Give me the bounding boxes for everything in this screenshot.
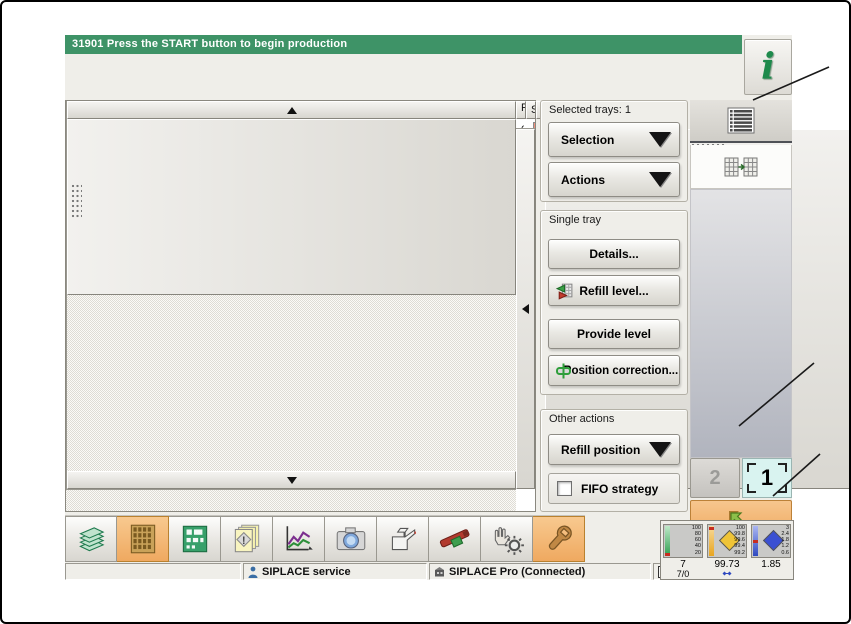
refill-level-button[interactable]: Refill level...: [548, 275, 680, 306]
table-header-row: Position State Filling level Component C…: [516, 101, 566, 119]
camera-button[interactable]: [325, 516, 377, 562]
tab-list-view[interactable]: [690, 100, 792, 143]
column-header-position[interactable]: Position: [516, 101, 526, 119]
maintenance-oilcan-icon: [385, 523, 421, 555]
vertical-scroll-thumb[interactable]: [67, 119, 516, 295]
vertical-scrollbar[interactable]: [66, 101, 516, 489]
gauge-bar: [665, 526, 670, 556]
gauge-face: 100 99.8 99.6 99.4 99.2: [707, 524, 747, 558]
fifo-strategy-checkbox[interactable]: [557, 481, 572, 496]
gauge-tick-labels: 100 99.8 99.6 99.4 99.2: [734, 525, 745, 556]
tray-view-icon: [722, 155, 760, 179]
gauge-green: 100 80 60 40 20 7 7/0: [663, 524, 703, 579]
gauge-face: 100 80 60 40 20: [663, 524, 703, 558]
scrollbar-corner: [66, 489, 516, 511]
setup-wrench-icon: [541, 523, 577, 555]
manual-gear-button[interactable]: [481, 516, 533, 562]
gauge-sub-value: 7/0: [676, 569, 690, 579]
fifo-strategy-row[interactable]: FIFO strategy: [548, 473, 680, 504]
dropdown-triangle-icon: [649, 172, 671, 187]
tab-tray-view[interactable]: [690, 145, 792, 189]
selection-dropdown-button[interactable]: Selection: [548, 122, 680, 157]
column-header-state[interactable]: State: [526, 101, 536, 119]
gauge-bar: [709, 526, 714, 556]
tray-table: Position State Filling level Component C…: [65, 100, 849, 512]
gauge-tick-labels: 100 80 60 40 20: [691, 525, 701, 556]
gauge-link-icon: [720, 570, 734, 577]
triangle-down-icon: [286, 476, 297, 484]
gauge-yellow: 100 99.8 99.6 99.4 99.2 99.73: [707, 524, 747, 579]
tray-grid-button[interactable]: [117, 516, 169, 562]
gauge-blue: 3 2.4 1.8 1.2 0.6 1.85: [751, 524, 791, 579]
gauge-limit-mark: [709, 527, 714, 530]
gauge-value: 1.85: [761, 559, 781, 570]
maintenance-oilcan-button[interactable]: [377, 516, 429, 562]
details-button[interactable]: Details...: [548, 239, 680, 269]
refill-level-icon: [555, 281, 574, 300]
svg-text:!: !: [242, 535, 246, 547]
gantry-1-button[interactable]: 1: [742, 458, 792, 498]
setup-wrench-button[interactable]: [533, 516, 585, 562]
gauge-face: 3 2.4 1.8 1.2 0.6: [751, 524, 791, 558]
camera-icon: [333, 523, 369, 555]
info-button[interactable]: i: [744, 39, 792, 95]
single-tray-label: Single tray: [549, 214, 601, 226]
vertical-scroll-track[interactable]: [67, 295, 516, 471]
gauge-value: 99.73: [714, 559, 740, 570]
manual-gear-icon: [489, 523, 525, 555]
status-segment-empty: [65, 563, 241, 580]
station-layout-icon: [177, 523, 213, 555]
position-correction-icon: [555, 362, 573, 380]
message-bar: 31901 Press the START button to begin pr…: [65, 35, 742, 54]
tray-grid-icon: [125, 523, 161, 555]
main-toolbar: !: [65, 515, 585, 562]
selected-trays-label: Selected trays: 1: [549, 104, 631, 116]
actions-dropdown-button[interactable]: Actions: [548, 162, 680, 197]
gauge-tick-labels: 3 2.4 1.8 1.2 0.6: [781, 525, 789, 556]
feeder-tool-button[interactable]: [429, 516, 481, 562]
single-tray-group: Single tray Details... Refill level... P…: [540, 210, 688, 395]
feeder-tool-icon: [437, 523, 473, 555]
refill-position-dropdown-button[interactable]: Refill position: [548, 434, 680, 465]
user-icon: [248, 566, 258, 578]
list-view-icon: [724, 106, 758, 135]
manual-screenshot-frame: 31901 Press the START button to begin pr…: [0, 0, 851, 624]
triangle-left-icon: [522, 304, 529, 314]
gantry-2-button[interactable]: 2: [690, 458, 740, 498]
scroll-down-button[interactable]: [67, 471, 516, 489]
scroll-left-button[interactable]: [516, 129, 535, 489]
dropdown-triangle-icon: [649, 132, 671, 147]
gauge-limit-mark: [665, 553, 670, 556]
horizontal-scrollbar[interactable]: [516, 128, 849, 489]
tray-stack-button[interactable]: [65, 516, 117, 562]
performance-gauge-panel: 100 80 60 40 20 7 7/0 100 99.8 99.6 99.4 99.2 99.73 3…: [660, 520, 794, 580]
fifo-strategy-label: FIFO strategy: [581, 481, 659, 496]
siplace-app-window: 31901 Press the START button to begin pr…: [65, 35, 849, 580]
tray-stack-icon: [73, 523, 109, 555]
scroll-up-button[interactable]: [67, 101, 516, 119]
view-sidebar: 2 1: [690, 100, 792, 545]
position-correction-button[interactable]: Position correction...: [548, 355, 680, 386]
triangle-up-icon: [286, 106, 297, 114]
selected-trays-group: Selected trays: 1 Selection Actions: [540, 100, 688, 202]
info-icon: i: [761, 46, 775, 88]
other-actions-label: Other actions: [549, 413, 615, 425]
machine-icon: [434, 566, 445, 577]
statistics-icon: [281, 523, 317, 555]
station-layout-button[interactable]: [169, 516, 221, 562]
status-segment-connection: SIPLACE Pro (Connected): [429, 563, 651, 580]
other-actions-group: Other actions Refill position FIFO strat…: [540, 409, 688, 512]
gauge-limit-mark: [753, 540, 758, 543]
statistics-button[interactable]: [273, 516, 325, 562]
provide-level-button[interactable]: Provide level: [548, 319, 680, 349]
error-log-icon: !: [229, 523, 265, 555]
error-log-button[interactable]: !: [221, 516, 273, 562]
dropdown-triangle-icon: [649, 442, 671, 457]
sidebar-filler: [690, 189, 792, 458]
status-segment-user: SIPLACE service: [243, 563, 427, 580]
